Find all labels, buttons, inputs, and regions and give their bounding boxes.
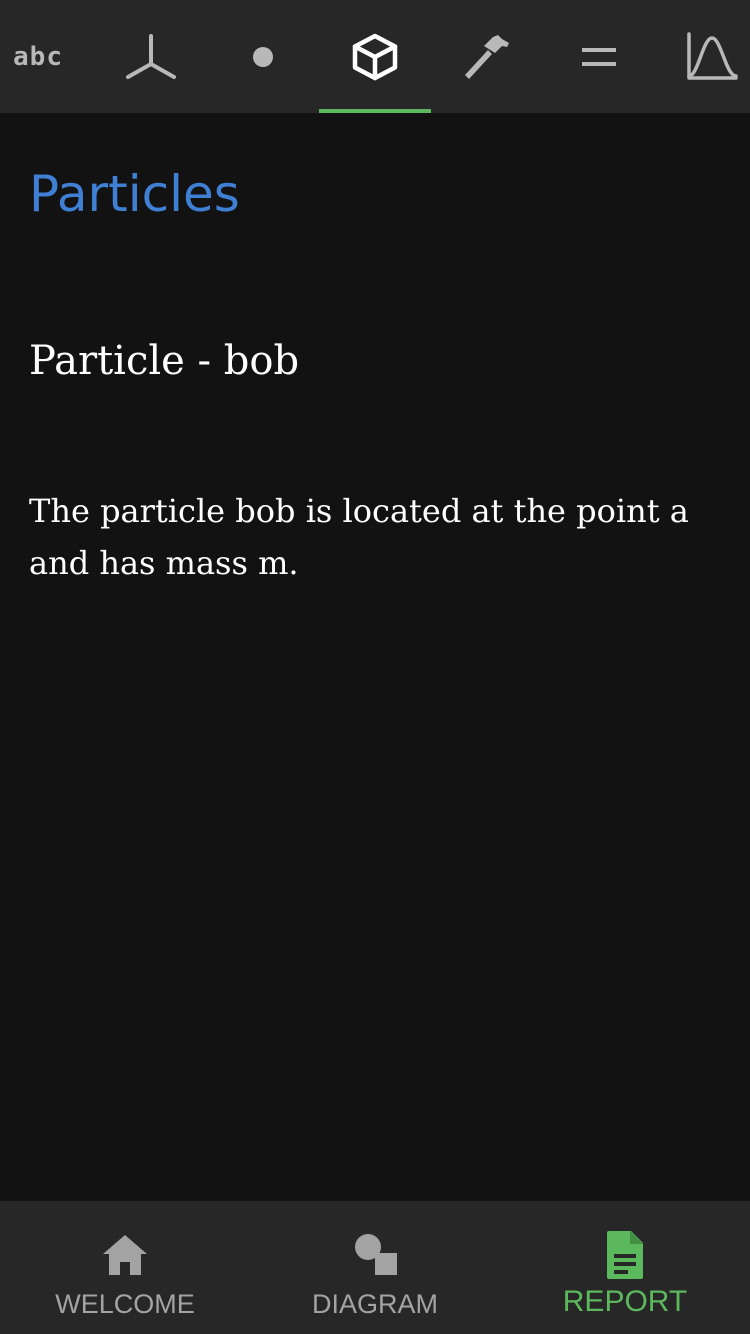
particle-title: Particle - bob bbox=[29, 338, 300, 384]
document-icon bbox=[607, 1231, 643, 1279]
report-content: Particles Particle - bob The particle bo… bbox=[0, 113, 750, 1201]
nav-report-label: REPORT bbox=[562, 1285, 688, 1318]
tab-particle[interactable] bbox=[319, 0, 431, 113]
bottom-navigation: WELCOME DIAGRAM REPORT bbox=[0, 1201, 750, 1334]
nav-welcome[interactable]: WELCOME bbox=[0, 1201, 250, 1334]
section-heading: Particles bbox=[29, 165, 240, 223]
text-icon: abc bbox=[13, 41, 63, 72]
hammer-icon bbox=[465, 34, 509, 79]
tab-equations[interactable] bbox=[543, 0, 655, 113]
nav-diagram-label: DIAGRAM bbox=[311, 1289, 438, 1319]
nav-report[interactable]: REPORT bbox=[500, 1201, 750, 1334]
equals-icon bbox=[582, 47, 616, 66]
tab-text[interactable]: abc bbox=[0, 0, 76, 113]
point-icon bbox=[253, 46, 273, 67]
tab-point[interactable] bbox=[207, 0, 319, 113]
tab-axes[interactable] bbox=[95, 0, 207, 113]
top-tab-bar: abc bbox=[0, 0, 750, 113]
home-icon bbox=[103, 1235, 147, 1275]
nav-diagram[interactable]: DIAGRAM bbox=[250, 1201, 500, 1334]
particle-cube-icon bbox=[352, 33, 398, 80]
axes-icon bbox=[126, 33, 176, 79]
nav-welcome-label: WELCOME bbox=[55, 1289, 195, 1319]
curve-icon bbox=[687, 31, 738, 80]
tab-graphs[interactable] bbox=[674, 0, 750, 113]
particle-description: The particle bob is located at the point… bbox=[29, 492, 689, 582]
tab-tools[interactable] bbox=[431, 0, 543, 113]
shapes-icon bbox=[355, 1234, 397, 1275]
